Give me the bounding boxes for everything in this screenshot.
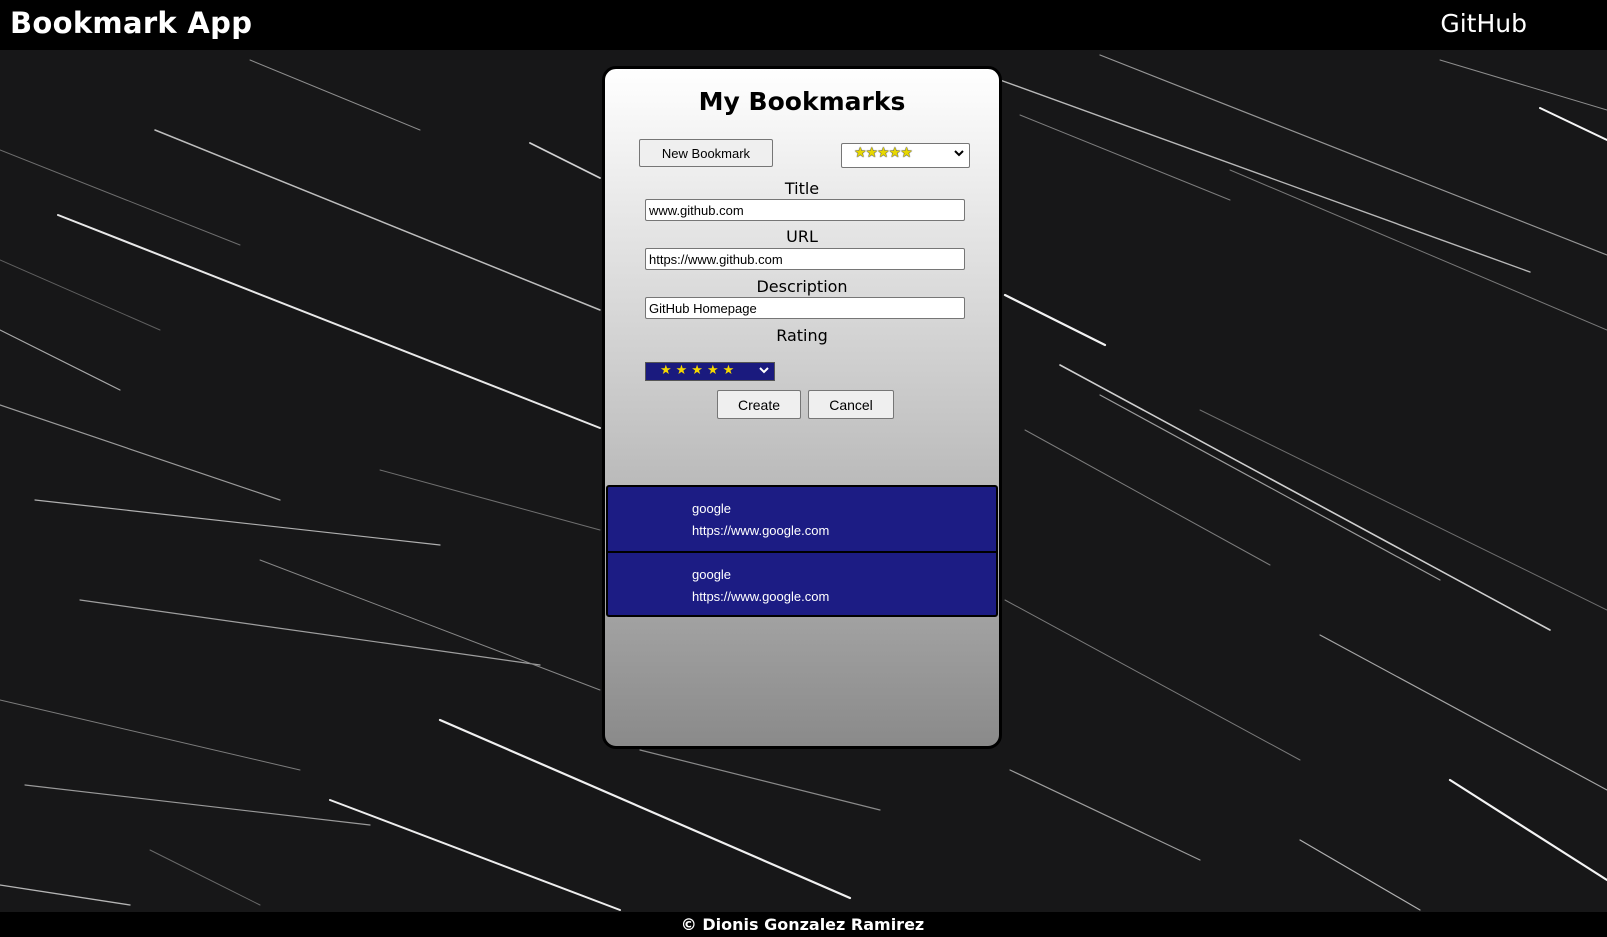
page-title: My Bookmarks bbox=[698, 87, 906, 116]
rating-label: Rating bbox=[776, 326, 828, 345]
url-label: URL bbox=[786, 227, 818, 246]
bookmark-url[interactable]: https://www.google.com bbox=[692, 589, 829, 604]
chevron-down-icon bbox=[759, 364, 769, 379]
bookmarks-card: My Bookmarks New Bookmark ★★★★★ Title UR… bbox=[602, 66, 1002, 749]
bookmark-url[interactable]: https://www.google.com bbox=[692, 523, 829, 538]
rating-select[interactable]: ★★★★★ bbox=[645, 362, 775, 381]
description-input[interactable] bbox=[645, 297, 965, 319]
new-bookmark-button[interactable]: New Bookmark bbox=[639, 139, 773, 167]
app-title[interactable]: Bookmark App bbox=[10, 6, 252, 40]
rating-filter-select[interactable]: ★★★★★ bbox=[841, 143, 970, 168]
create-button[interactable]: Create bbox=[717, 390, 801, 419]
github-link[interactable]: GitHub bbox=[1440, 9, 1527, 38]
bookmark-title: google bbox=[692, 567, 732, 582]
title-input[interactable] bbox=[645, 199, 965, 221]
chevron-down-icon bbox=[954, 147, 964, 162]
filter-selected-value: ★★★★★ bbox=[854, 145, 913, 161]
title-label: Title bbox=[784, 179, 820, 198]
rating-selected-value: ★★★★★ bbox=[660, 363, 739, 378]
list-item[interactable]: google https://www.google.com bbox=[608, 551, 996, 615]
url-input[interactable] bbox=[645, 248, 965, 270]
bookmark-title: google bbox=[692, 501, 732, 516]
cancel-button[interactable]: Cancel bbox=[808, 390, 894, 419]
description-label: Description bbox=[756, 277, 848, 296]
list-item[interactable]: google https://www.google.com bbox=[608, 487, 996, 551]
copyright-text: © Dionis Gonzalez Ramirez bbox=[680, 915, 925, 934]
footer: © Dionis Gonzalez Ramirez bbox=[0, 912, 1607, 937]
bookmark-list: google https://www.google.com google htt… bbox=[606, 485, 998, 617]
top-nav-bar: Bookmark App GitHub bbox=[0, 0, 1607, 50]
